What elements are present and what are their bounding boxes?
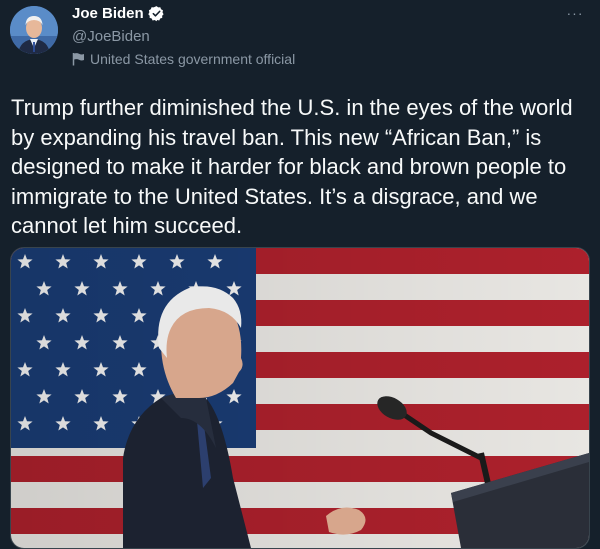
tweet-text: Trump further diminished the U.S. in the… — [11, 95, 579, 238]
author-avatar[interactable] — [10, 6, 58, 54]
flag-icon — [72, 52, 85, 66]
author-display-name[interactable]: Joe Biden — [72, 5, 144, 22]
verified-badge-icon — [147, 5, 165, 22]
author-name-row[interactable]: Joe Biden — [72, 5, 165, 22]
tweet: Joe Biden @JoeBiden United States govern… — [0, 0, 600, 549]
more-options-icon[interactable]: ··· — [562, 6, 588, 26]
government-official-text: United States government official — [90, 51, 296, 67]
author-handle[interactable]: @JoeBiden — [72, 28, 150, 45]
tweet-image[interactable] — [10, 247, 590, 549]
government-official-label: United States government official — [72, 51, 295, 67]
